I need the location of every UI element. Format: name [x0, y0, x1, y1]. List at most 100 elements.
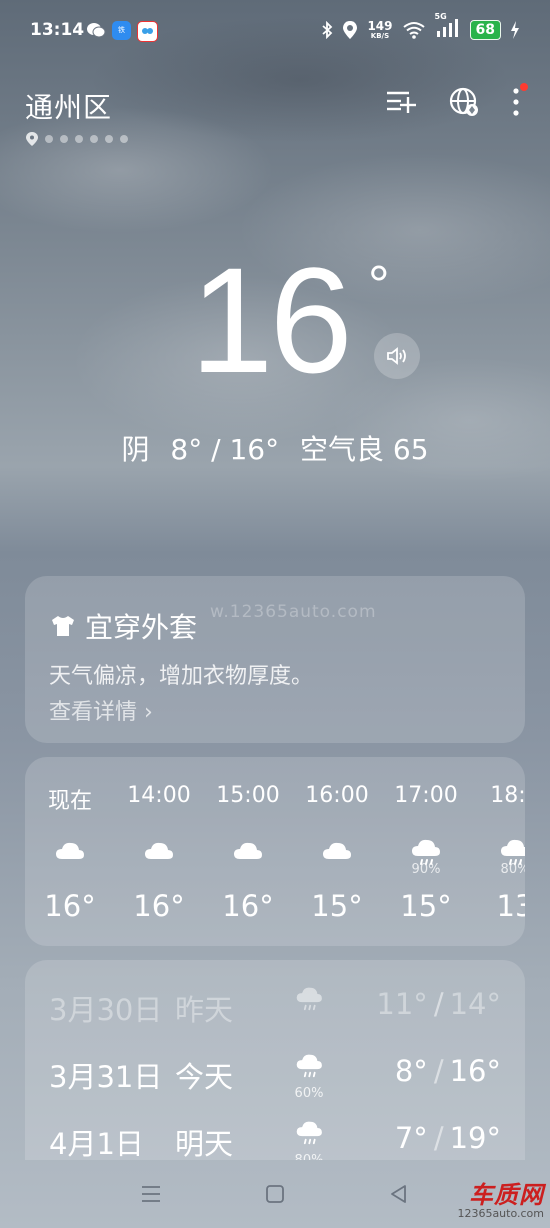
speaker-icon — [387, 347, 406, 365]
car-app-icon — [137, 21, 158, 42]
charging-icon — [511, 21, 519, 39]
globe-icon[interactable] — [448, 86, 480, 118]
daily-low: 8° — [394, 1054, 428, 1088]
daily-date: 4月1日 — [49, 1127, 144, 1160]
rain-icon — [291, 1119, 327, 1153]
header-actions — [384, 83, 528, 118]
hourly-time: 14:00 — [127, 783, 191, 808]
page-dot — [45, 135, 53, 143]
hourly-time: 15:00 — [216, 783, 280, 808]
notification-dot — [520, 83, 528, 91]
signal-icon — [436, 19, 458, 37]
current-location-icon — [26, 132, 38, 146]
daily-relative-day: 明天 — [175, 1127, 234, 1160]
weather-condition: 阴 — [121, 433, 150, 466]
hourly-temp: 15° — [311, 889, 363, 923]
daily-precip: 60% — [294, 1086, 324, 1101]
hourly-time: 16:00 — [305, 783, 369, 808]
daily-date: 3月31日 — [49, 1060, 163, 1094]
view-details-link[interactable]: 查看详情 › — [49, 694, 153, 726]
temp-range: 8° / 16° — [170, 433, 280, 466]
signal-indicator: 5G — [435, 12, 461, 42]
bluetooth-icon — [322, 21, 333, 39]
more-menu-button[interactable] — [512, 83, 528, 118]
air-quality[interactable]: 空气良 65 — [300, 433, 429, 466]
status-time: 13:14 — [30, 20, 85, 40]
hourly-temp: 15° — [400, 889, 452, 923]
hourly-item: 17:00 90% 15° — [381, 757, 471, 946]
hourly-time: 18:0 — [490, 783, 525, 808]
home-nav-icon[interactable] — [263, 1182, 287, 1206]
daily-row[interactable]: 4月1日明天 80% 7°/19° — [25, 1111, 525, 1160]
daily-forecast[interactable]: 3月30日昨天11°/14°3月31日今天60%8°/16°4月1日明天80%7… — [25, 960, 525, 1160]
shirt-icon — [52, 616, 74, 636]
cloudy-icon — [203, 837, 293, 867]
location-icon — [343, 21, 358, 39]
logo-name: 车质网 — [469, 1181, 544, 1209]
daily-low: 7° — [394, 1121, 428, 1155]
weather-summary: 阴 8° / 16° 空气良 65 — [0, 428, 550, 468]
wifi-icon — [402, 22, 425, 39]
page-dot — [105, 135, 113, 143]
wechat-icon — [87, 23, 106, 38]
cloudy-icon — [25, 837, 115, 867]
hourly-time: 17:00 — [394, 783, 458, 808]
battery-indicator: 68 — [469, 20, 501, 40]
range-separator: / — [433, 1054, 444, 1088]
hourly-temp: 16° — [133, 889, 185, 923]
app-badge-icon: 铁 — [112, 21, 131, 40]
daily-row[interactable]: 3月30日 昨天 11°/14° — [25, 977, 525, 1037]
location-page-indicator — [26, 132, 128, 146]
hourly-time: 现在 — [47, 789, 92, 814]
hourly-forecast[interactable]: 现在 16° 14:00 16° 15:00 16° 16:00 15° 17:00 90% 15°… — [25, 757, 525, 946]
notification-icons: 铁 — [86, 21, 158, 42]
menu-nav-icon[interactable] — [139, 1182, 163, 1206]
hourly-item: 15:00 16° — [203, 757, 293, 946]
daily-temp-range: 7°/19° — [395, 1121, 501, 1155]
rain-icon — [291, 985, 327, 1019]
hourly-temp: 16° — [222, 889, 274, 923]
page-dot — [75, 135, 83, 143]
cloudy-icon — [114, 837, 204, 867]
clothing-advice-description: 天气偏凉，增加衣物厚度。 — [49, 664, 314, 689]
hourly-temp: 13 — [496, 889, 525, 923]
daily-low: 11° — [376, 987, 428, 1021]
hourly-item: 16:00 15° — [292, 757, 382, 946]
hourly-item: 14:00 16° — [114, 757, 204, 946]
location-title[interactable]: 通州区 — [25, 86, 112, 126]
more-vertical-icon — [513, 88, 519, 116]
page-dot — [120, 135, 128, 143]
daily-row[interactable]: 3月31日 今天 60% 8°/16° — [25, 1044, 525, 1104]
daily-date: 3月30日 — [49, 993, 163, 1027]
rain-icon — [291, 1052, 327, 1086]
daily-temp-range: 8°/16° — [395, 1054, 501, 1088]
net-speed: 149 KB/S — [367, 18, 393, 40]
hourly-item: 18:0 80% 13 — [470, 757, 525, 946]
back-nav-icon[interactable] — [387, 1182, 411, 1206]
site-logo: 车质网 12365auto.com — [457, 1175, 544, 1220]
daily-precip: 80% — [287, 1153, 331, 1160]
clothing-advice-title: 宜穿外套 — [49, 606, 197, 646]
daily-temp-range: 11°/14° — [376, 987, 501, 1021]
page-dot — [60, 135, 68, 143]
status-right: 149 KB/S 5G 68 — [321, 12, 520, 42]
daily-relative-day: 昨天 — [175, 993, 234, 1027]
temperature-unit: ° — [368, 255, 390, 315]
cloudy-icon — [292, 837, 382, 867]
page-dot — [90, 135, 98, 143]
watermark: w.12365auto.com — [210, 602, 377, 622]
hourly-item: 现在 16° — [25, 757, 115, 946]
daily-high: 19° — [449, 1121, 501, 1155]
hourly-temp: 16° — [44, 889, 96, 923]
current-temperature: 16 — [190, 236, 353, 404]
add-city-icon[interactable] — [384, 86, 416, 118]
voice-broadcast-button[interactable] — [374, 333, 420, 379]
logo-url: 12365auto.com — [457, 1207, 544, 1220]
range-separator: / — [433, 1121, 444, 1155]
hourly-precip: 90% — [411, 862, 441, 877]
status-bar: 13:14 铁 149 KB/S 5G 68 — [0, 0, 550, 62]
daily-relative-day: 今天 — [175, 1060, 234, 1094]
range-separator: / — [433, 987, 444, 1021]
daily-high: 16° — [449, 1054, 501, 1088]
daily-high: 14° — [449, 987, 501, 1021]
